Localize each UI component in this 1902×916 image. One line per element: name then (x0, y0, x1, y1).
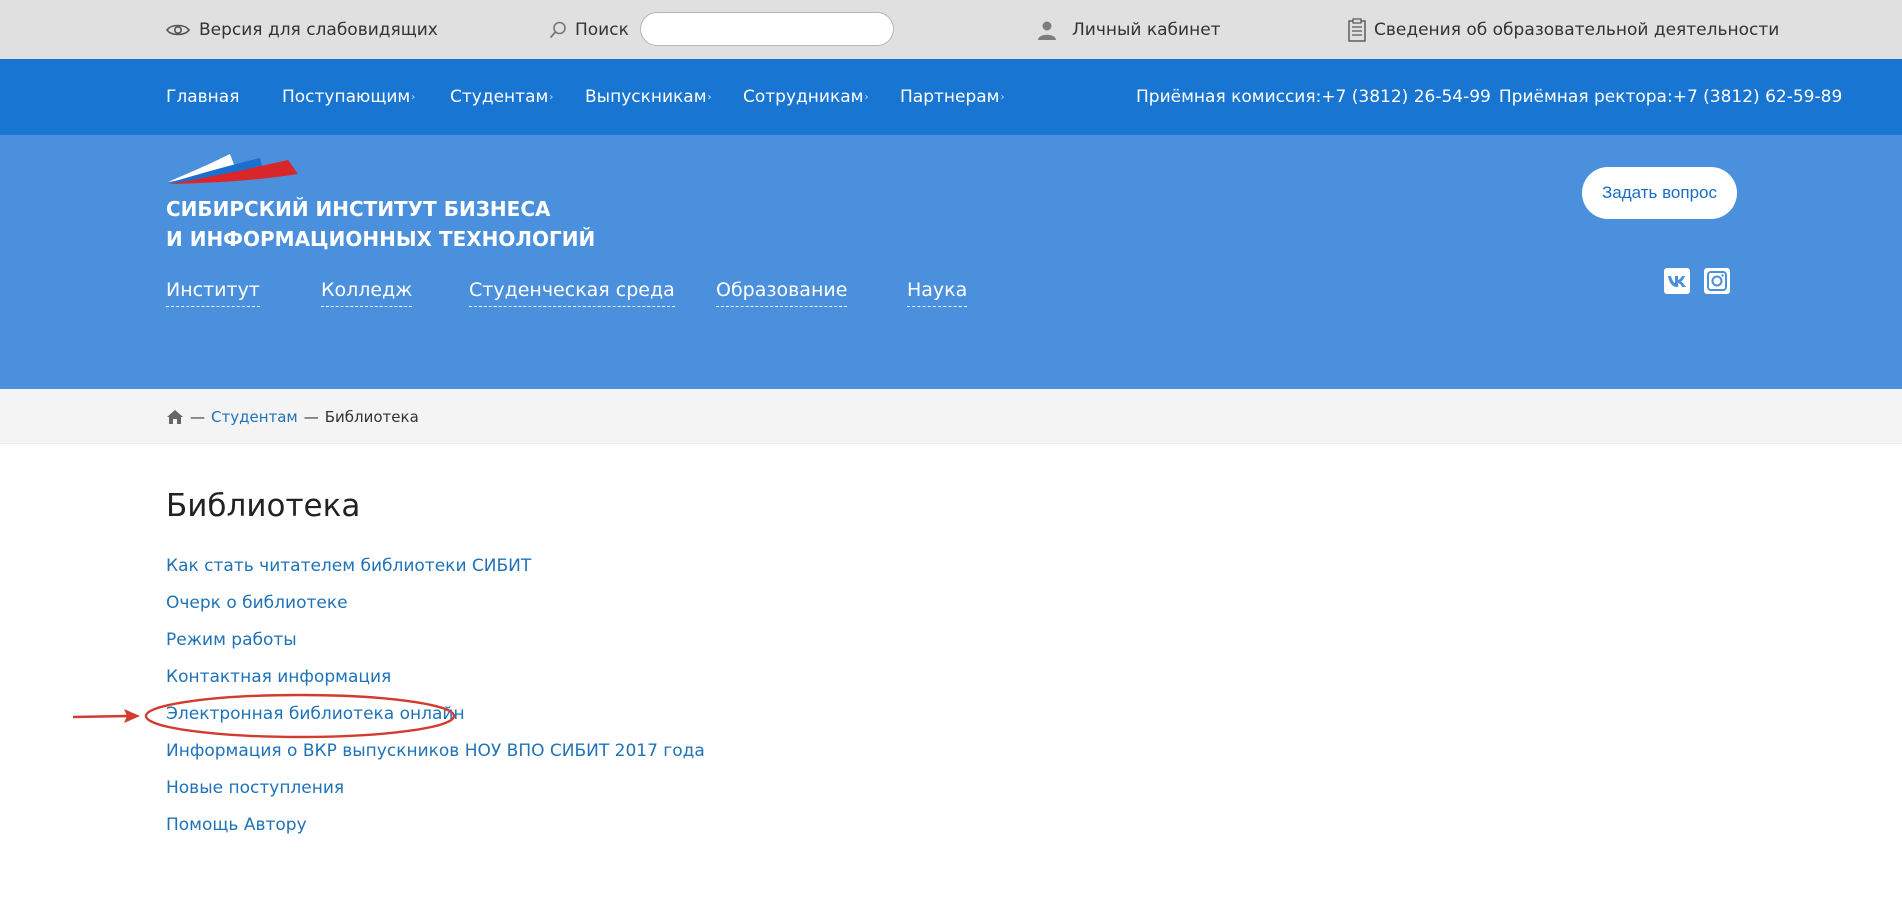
accessibility-version-link[interactable]: Версия для слабовидящих (166, 0, 438, 59)
hero-menu-college[interactable]: Колледж (321, 279, 413, 307)
personal-cabinet-link[interactable]: Личный кабинет (1037, 0, 1221, 59)
chevron-right-icon: › (1000, 91, 1005, 103)
search-label-group: Поиск (549, 0, 629, 59)
list-item: Информация о ВКР выпускников НОУ ВПО СИБ… (166, 738, 705, 775)
list-item: Помощь Автору (166, 812, 705, 849)
list-item: Электронная библиотека онлайн (166, 701, 705, 738)
list-item: Режим работы (166, 627, 705, 664)
nav-item-label: Поступающим (282, 87, 411, 107)
instagram-icon[interactable] (1704, 268, 1730, 294)
home-icon[interactable] (166, 409, 184, 425)
library-link-essay[interactable]: Очерк о библиотеке (166, 593, 348, 613)
list-item: Контактная информация (166, 664, 705, 701)
library-link-how-to-join[interactable]: Как стать читателем библиотеки СИБИТ (166, 556, 531, 576)
hero-menu-student-life[interactable]: Студенческая среда (469, 279, 675, 307)
nav-item-label: Сотрудникам (743, 87, 864, 107)
hero-menu-education[interactable]: Образование (716, 279, 848, 307)
library-link-online-library[interactable]: Электронная библиотека онлайн (166, 704, 465, 724)
nav-item-label: Выпускникам (585, 87, 707, 107)
edu-info-label: Сведения об образовательной деятельности (1374, 19, 1780, 40)
breadcrumb-current: Библиотека (324, 407, 419, 426)
nav-item-label: Главная (166, 87, 240, 107)
breadcrumb: — Студентам — Библиотека (166, 389, 419, 444)
chevron-right-icon: › (864, 91, 869, 103)
chevron-right-icon: › (549, 91, 554, 103)
contact-phones: Приёмная комиссия:+7 (3812) 26-54-99 При… (1136, 59, 1842, 135)
nav-item-partners[interactable]: Партнерам › (900, 59, 1005, 135)
vk-icon[interactable] (1664, 268, 1690, 294)
library-link-author-help[interactable]: Помощь Автору (166, 815, 307, 835)
nav-item-staff[interactable]: Сотрудникам › (743, 59, 868, 135)
edu-info-link[interactable]: Сведения об образовательной деятельности (1348, 0, 1779, 59)
list-item: Очерк о библиотеке (166, 590, 705, 627)
logo-line-2: И ИНФОРМАЦИОННЫХ ТЕХНОЛОГИЙ (166, 227, 596, 251)
logo-wordmark[interactable]: СИБИРСКИЙ ИНСТИТУТ БИЗНЕСА И ИНФОРМАЦИОН… (166, 194, 595, 254)
nav-item-applicants[interactable]: Поступающим › (282, 59, 415, 135)
annotation-arrow-icon (72, 709, 140, 723)
user-icon (1037, 20, 1057, 40)
document-icon (1348, 17, 1366, 42)
nav-item-graduates[interactable]: Выпускникам › (585, 59, 712, 135)
hero-menu-science[interactable]: Наука (907, 279, 968, 307)
library-link-graduate-works[interactable]: Информация о ВКР выпускников НОУ ВПО СИБ… (166, 741, 705, 761)
ask-question-button[interactable]: Задать вопрос (1582, 167, 1737, 219)
rector-phone[interactable]: Приёмная ректора:+7 (3812) 62-59-89 (1499, 87, 1842, 107)
search-input[interactable] (640, 12, 894, 46)
logo-line-1: СИБИРСКИЙ ИНСТИТУТ БИЗНЕСА (166, 197, 551, 221)
main-navigation: Главная Поступающим › Студентам › Выпускни… (0, 59, 1902, 135)
logo-flag-icon[interactable] (166, 152, 298, 188)
breadcrumb-separator: — (303, 407, 319, 426)
chevron-right-icon: › (707, 91, 712, 103)
breadcrumb-separator: — (190, 407, 205, 426)
library-link-new-arrivals[interactable]: Новые поступления (166, 778, 344, 798)
page-title: Библиотека (166, 488, 361, 524)
nav-item-home[interactable]: Главная (166, 59, 239, 135)
personal-cabinet-label: Личный кабинет (1072, 19, 1221, 40)
search-label: Поиск (575, 19, 629, 40)
chevron-right-icon: › (411, 91, 416, 103)
library-links-list: Как стать читателем библиотеки СИБИТ Оче… (166, 553, 705, 849)
hero-menu-institute[interactable]: Институт (166, 279, 260, 307)
list-item: Как стать читателем библиотеки СИБИТ (166, 553, 705, 590)
admission-phone[interactable]: Приёмная комиссия:+7 (3812) 26-54-99 (1136, 87, 1491, 107)
eye-icon (166, 23, 190, 37)
nav-item-label: Партнерам (900, 87, 1000, 107)
list-item: Новые поступления (166, 775, 705, 812)
library-link-contacts[interactable]: Контактная информация (166, 667, 391, 687)
top-utility-bar: Версия для слабовидящих Поиск Личный каб… (0, 0, 1902, 59)
library-link-hours[interactable]: Режим работы (166, 630, 297, 650)
accessibility-version-label: Версия для слабовидящих (199, 19, 438, 40)
nav-item-label: Студентам (450, 87, 549, 107)
breadcrumb-bar: — Студентам — Библиотека (0, 389, 1902, 444)
nav-item-students[interactable]: Студентам › (450, 59, 553, 135)
search-icon (549, 21, 567, 39)
breadcrumb-students-link[interactable]: Студентам (211, 408, 298, 426)
